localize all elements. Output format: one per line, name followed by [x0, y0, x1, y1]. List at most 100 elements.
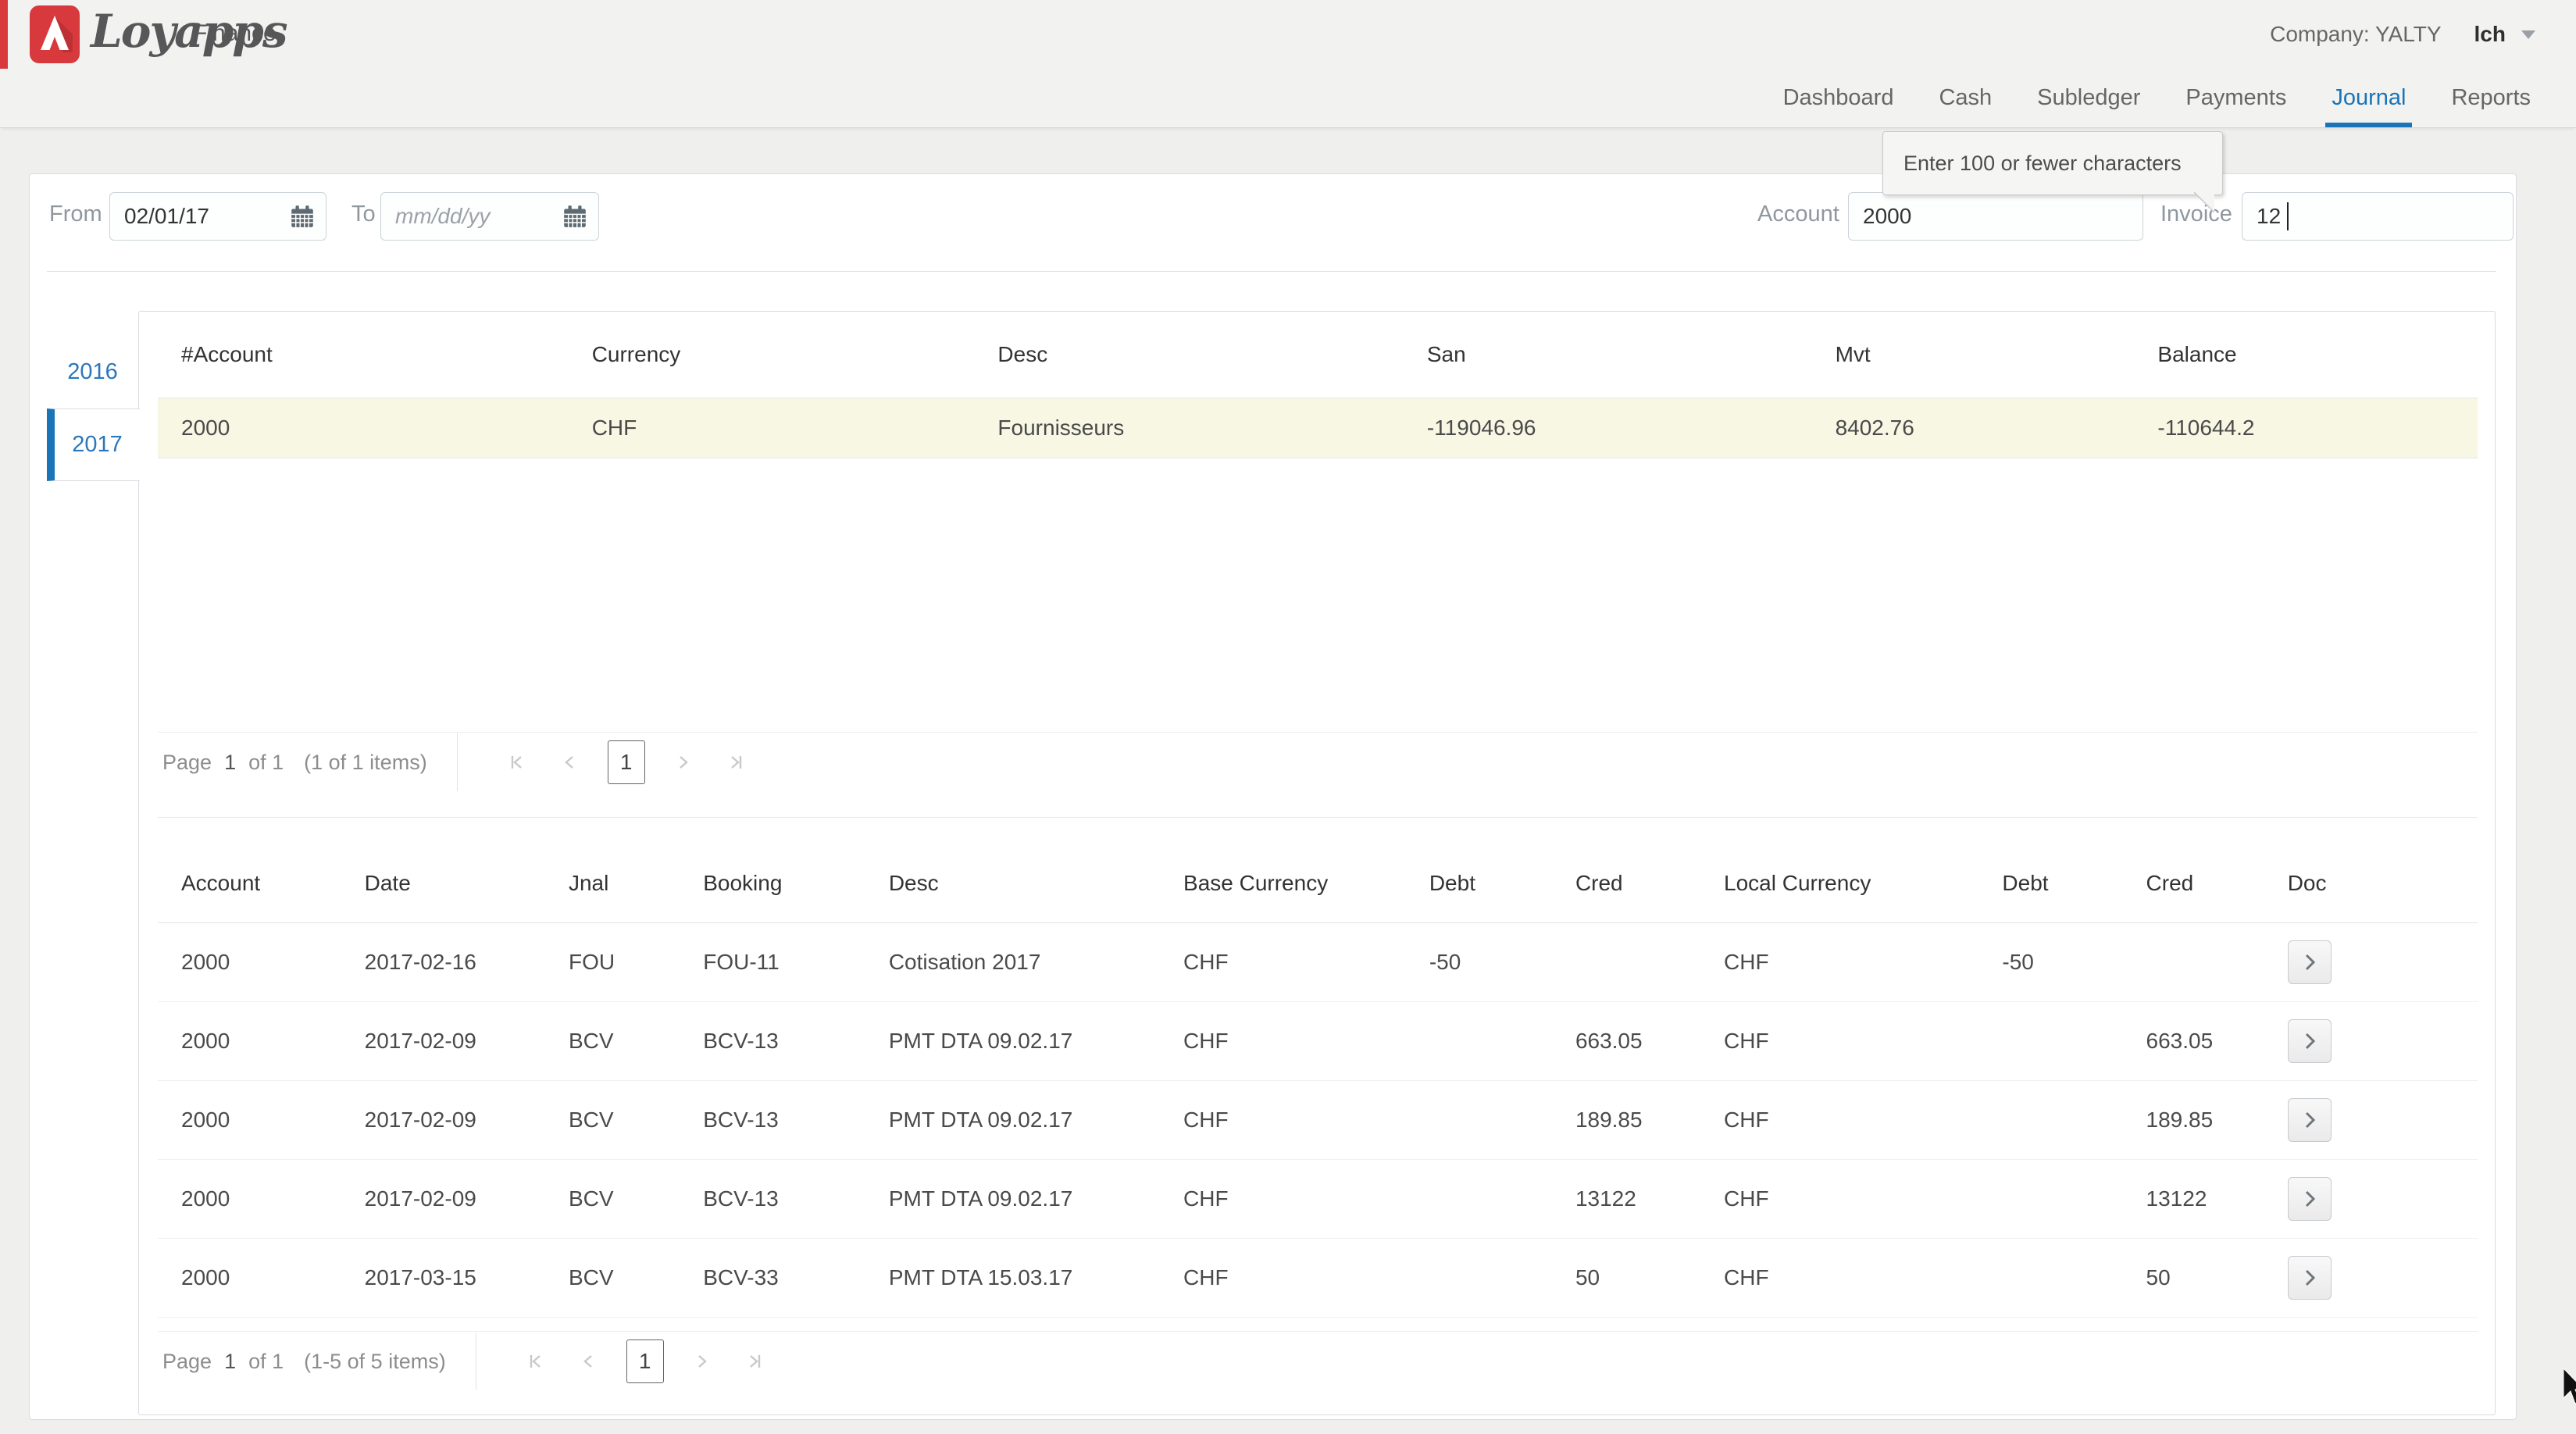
cell: CHF [1160, 1160, 1406, 1239]
chevron-right-icon [2298, 951, 2321, 974]
year-tab-2017[interactable]: 2017 [47, 408, 140, 481]
cell: -119046.96 [1404, 398, 1812, 458]
doc-button[interactable] [2288, 940, 2332, 984]
detail-pager: Page 1 of 1 (1-5 of 5 items) 1 [158, 1331, 2478, 1391]
column-header: Local Currency [1700, 844, 1978, 923]
cell: CHF [1700, 1239, 1978, 1318]
next-page-button[interactable] [690, 1350, 712, 1372]
first-page-button[interactable] [506, 751, 528, 773]
column-header: Desc [865, 844, 1160, 923]
column-header: Mvt [1812, 312, 2135, 398]
chevron-right-icon [2298, 1108, 2321, 1132]
first-page-button[interactable] [525, 1350, 547, 1372]
column-header: Desc [974, 312, 1403, 398]
account-summary-table: #AccountCurrencyDescSanMvtBalance 2000CH… [158, 312, 2478, 458]
table-row[interactable]: 20002017-02-09BCVBCV-13PMT DTA 09.02.17C… [158, 1002, 2478, 1081]
validation-tooltip: Enter 100 or fewer characters [1882, 131, 2223, 195]
doc-button[interactable] [2288, 1098, 2332, 1142]
table-row[interactable]: 20002017-02-09BCVBCV-13PMT DTA 09.02.17C… [158, 1160, 2478, 1239]
column-header: Doc [2264, 844, 2478, 923]
doc-button[interactable] [2288, 1177, 2332, 1221]
cell: 2017-03-15 [341, 1239, 545, 1318]
top-bar: Loyapps Finance Company: YALTY lch [0, 0, 2576, 69]
cell: BCV [545, 1160, 680, 1239]
column-header: Currency [569, 312, 975, 398]
nav-journal[interactable]: Journal [2332, 69, 2406, 127]
pager-items-label: (1 of 1 items) [304, 751, 427, 775]
cell: FOU [545, 923, 680, 1002]
table-row[interactable]: 20002017-02-09BCVBCV-13PMT DTA 09.02.17C… [158, 1081, 2478, 1160]
calendar-icon[interactable] [289, 203, 316, 230]
cell: 189.85 [1552, 1081, 1700, 1160]
nav-dashboard[interactable]: Dashboard [1783, 69, 1894, 127]
cell: -110644.2 [2134, 398, 2478, 458]
doc-cell [2264, 1239, 2478, 1318]
account-field-wrapper [1848, 192, 2143, 241]
cell: CHF [1700, 1002, 1978, 1081]
cell: 189.85 [2123, 1081, 2264, 1160]
cell: 2017-02-16 [341, 923, 545, 1002]
nav-reports[interactable]: Reports [2451, 69, 2531, 127]
next-page-button[interactable] [672, 751, 694, 773]
cell: 8402.76 [1812, 398, 2135, 458]
cell: 663.05 [2123, 1002, 2264, 1081]
cell: 2000 [158, 1081, 341, 1160]
text-cursor [2287, 202, 2289, 230]
to-field-wrapper [380, 192, 599, 241]
from-label: From [49, 202, 102, 227]
cell: BCV [545, 1081, 680, 1160]
previous-page-button[interactable] [559, 751, 581, 773]
account-input[interactable] [1848, 192, 2143, 241]
current-page-button[interactable]: 1 [608, 740, 645, 784]
current-page-button[interactable]: 1 [626, 1339, 664, 1383]
grids-divider [158, 817, 2478, 818]
invoice-field-wrapper [2242, 192, 2514, 241]
cell [1406, 1239, 1552, 1318]
validation-tooltip-text: Enter 100 or fewer characters [1903, 152, 2182, 176]
pager-page-label: Page [162, 1350, 212, 1374]
pager-of-label: of 1 [248, 1350, 284, 1374]
cell [1978, 1239, 2122, 1318]
cell: BCV-13 [680, 1160, 865, 1239]
user-caret-icon[interactable] [2521, 30, 2535, 39]
invoice-input[interactable] [2242, 192, 2514, 241]
doc-button[interactable] [2288, 1019, 2332, 1063]
nav-payments[interactable]: Payments [2185, 69, 2286, 127]
table-row[interactable]: 20002017-03-15BCVBCV-33PMT DTA 15.03.17C… [158, 1239, 2478, 1318]
cell: CHF [569, 398, 975, 458]
cell: PMT DTA 09.02.17 [865, 1160, 1160, 1239]
user-menu[interactable]: lch [2474, 22, 2506, 47]
company-label: Company: YALTY [2270, 22, 2441, 47]
detail-header-row: AccountDateJnalBookingDescBase CurrencyD… [158, 844, 2478, 923]
table-row[interactable]: 2000CHFFournisseurs-119046.968402.76-110… [158, 398, 2478, 458]
pager-separator [457, 733, 458, 791]
loyapps-logo-icon [30, 5, 80, 63]
journal-entries-table: AccountDateJnalBookingDescBase CurrencyD… [158, 844, 2478, 1318]
nav-cash[interactable]: Cash [1939, 69, 1992, 127]
topbar-right: Company: YALTY lch [2270, 0, 2535, 69]
filter-divider [47, 271, 2496, 272]
cell [1406, 1002, 1552, 1081]
mouse-cursor [2564, 1368, 2576, 1406]
cell: 2000 [158, 398, 569, 458]
year-tab-2016[interactable]: 2016 [47, 336, 138, 408]
cell [1406, 1081, 1552, 1160]
cell: Fournisseurs [974, 398, 1403, 458]
column-header: Jnal [545, 844, 680, 923]
cell: 13122 [2123, 1160, 2264, 1239]
column-header: Account [158, 844, 341, 923]
column-header: Debt [1978, 844, 2122, 923]
last-page-button[interactable] [744, 1350, 765, 1372]
cell: BCV-13 [680, 1081, 865, 1160]
doc-button[interactable] [2288, 1256, 2332, 1300]
grids-panel: #AccountCurrencyDescSanMvtBalance 2000CH… [138, 311, 2496, 1415]
last-page-button[interactable] [725, 751, 747, 773]
nav-subledger[interactable]: Subledger [2037, 69, 2140, 127]
table-row[interactable]: 20002017-02-16FOUFOU-11Cotisation 2017CH… [158, 923, 2478, 1002]
account-label: Account [1757, 202, 1839, 227]
previous-page-button[interactable] [578, 1350, 600, 1372]
cell: CHF [1700, 1081, 1978, 1160]
calendar-icon[interactable] [562, 203, 588, 230]
summary-pager: Page 1 of 1 (1 of 1 items) 1 [158, 732, 2478, 792]
cell: PMT DTA 09.02.17 [865, 1002, 1160, 1081]
